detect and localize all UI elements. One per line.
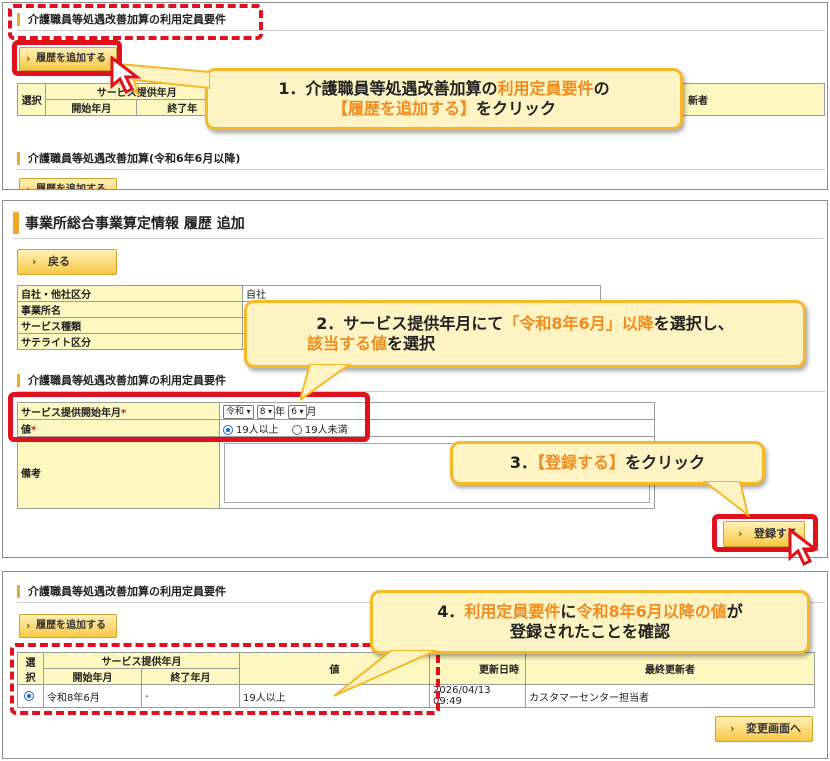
info-label: 事業所名 [17, 301, 243, 318]
change-screen-button[interactable]: 変更画面へ [715, 716, 813, 742]
callout-step3: 3．【登録する】をクリック [450, 441, 765, 485]
back-button[interactable]: 戻る [17, 249, 117, 275]
highlight-section-title [8, 4, 263, 40]
section-title-capacity: 介護職員等処遇改善加算の利用定員要件 [17, 373, 226, 389]
remarks-label: 備考 [17, 436, 220, 509]
col-select: 選択 [16, 83, 47, 116]
cursor-icon [788, 528, 820, 567]
highlight-add-button [12, 40, 122, 76]
page-title-bar [13, 212, 19, 234]
col-updated-at: 更新日時 [429, 652, 526, 685]
info-label: サービス種類 [17, 317, 243, 334]
section-title-capacity: 介護職員等処遇改善加算の利用定員要件 [17, 584, 226, 600]
callout-step1: 1．介護職員等処遇改善加算の利用定員要件の 【履歴を追加する】をクリック [205, 68, 683, 130]
arrow-pointer-2 [300, 364, 352, 402]
add-history-button-2[interactable]: 履歴を追加する [19, 178, 117, 189]
arrow-pointer-4 [333, 650, 438, 697]
cursor-icon [110, 56, 142, 95]
add-history-button[interactable]: 履歴を追加する [19, 614, 117, 638]
row-updater: カスタマーセンター担当者 [525, 684, 815, 708]
info-label: 自社・他社区分 [17, 285, 243, 302]
page-title: 事業所総合事業算定情報 履歴 追加 [25, 216, 245, 232]
section-title-after-r6: 介護職員等処遇改善加算(令和6年6月以降) [17, 151, 240, 167]
callout-step4: 4．利用定員要件に令和8年6月以降の値が 登録されたことを確認 [370, 590, 810, 654]
arrow-pointer-3 [702, 481, 750, 517]
callout-step2: 2．サービス提供年月にて「令和8年6月」以降を選択し、 該当する値を選択 [244, 300, 806, 368]
section-divider [17, 169, 825, 170]
info-label: サテライト区分 [17, 333, 243, 350]
col-last-updater: 最終更新者 [525, 652, 815, 685]
page-title-underline [13, 238, 823, 239]
col-start: 開始年月 [45, 99, 138, 116]
row-updated-at: 2026/04/13 09:49 [429, 684, 526, 708]
